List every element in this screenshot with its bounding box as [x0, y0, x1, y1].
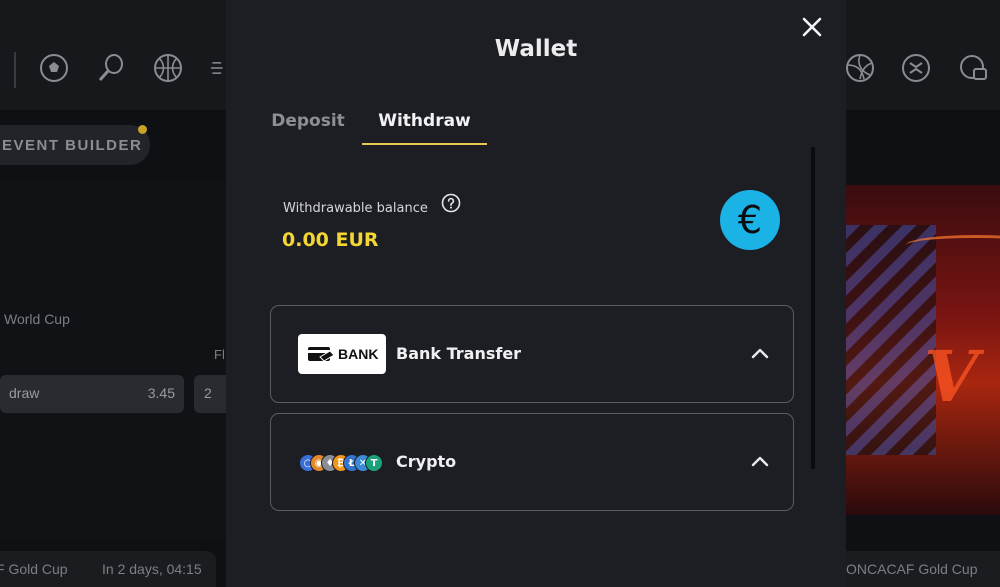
currency-symbol: € [737, 198, 763, 242]
bank-transfer-label: Bank Transfer [396, 344, 522, 363]
esports-icon[interactable] [958, 52, 990, 84]
basketball-icon[interactable] [152, 52, 184, 84]
promo-banner[interactable]: V [846, 185, 1000, 515]
bank-transfer-option[interactable]: BANK Bank Transfer [270, 305, 794, 403]
bank-card-icon [308, 347, 335, 362]
upcoming-event-competition: ONCACAF Gold Cup [846, 561, 978, 577]
tab-withdraw[interactable]: Withdraw [362, 111, 487, 145]
fantasy-icon[interactable] [900, 52, 932, 84]
close-icon[interactable] [798, 13, 826, 41]
odds-button-draw[interactable]: draw 3.45 [0, 375, 184, 413]
bank-logo-text: BANK [338, 346, 379, 362]
background-content [0, 180, 226, 540]
banner-graphic: V [924, 335, 979, 418]
sport-icon-partial[interactable] [205, 52, 227, 84]
banner-stripes [846, 225, 936, 455]
topbar-divider [14, 52, 16, 88]
soccer-ball-icon[interactable] [38, 52, 70, 84]
notification-dot [138, 125, 147, 134]
competition-name: World Cup [4, 311, 70, 327]
crypto-option[interactable]: ○ ◉ ♦ ₿ Ł ✕ T Crypto [270, 413, 794, 511]
wallet-modal: Wallet Deposit Withdraw Withdrawable bal… [226, 0, 846, 587]
odds-label: 2 [204, 385, 212, 401]
chevron-up-icon[interactable] [749, 343, 771, 365]
scrollbar[interactable] [811, 147, 815, 469]
event-builder-label: EVENT BUILDER [2, 137, 143, 154]
modal-title: Wallet [494, 36, 578, 62]
upcoming-event-card[interactable]: F Gold Cup In 2 days, 04:15 [0, 551, 216, 587]
euro-icon: € [720, 190, 780, 250]
bank-logo: BANK [298, 334, 386, 374]
upcoming-event-time: In 2 days, 04:15 [102, 561, 202, 577]
tab-deposit[interactable]: Deposit [270, 111, 346, 145]
odds-value: 3.45 [147, 385, 175, 401]
withdrawable-balance-label: Withdrawable balance [283, 201, 428, 216]
event-builder-button[interactable]: EVENT BUILDER [0, 125, 150, 165]
crypto-label: Crypto [396, 452, 457, 471]
crypto-coins-icon: ○ ◉ ♦ ₿ Ł ✕ T [299, 452, 387, 474]
question-circle-icon[interactable] [441, 193, 461, 213]
upcoming-event-competition: F Gold Cup [0, 561, 68, 577]
column-header-partial: Fl [214, 347, 225, 362]
odds-label: draw [9, 385, 40, 401]
volleyball-icon[interactable] [844, 52, 876, 84]
upcoming-event-card-right[interactable]: ONCACAF Gold Cup [846, 551, 1000, 587]
chevron-up-icon[interactable] [749, 451, 771, 473]
tennis-icon[interactable] [95, 52, 127, 84]
tether-icon: T [365, 454, 383, 472]
withdrawable-balance-value: 0.00 EUR [282, 229, 379, 251]
